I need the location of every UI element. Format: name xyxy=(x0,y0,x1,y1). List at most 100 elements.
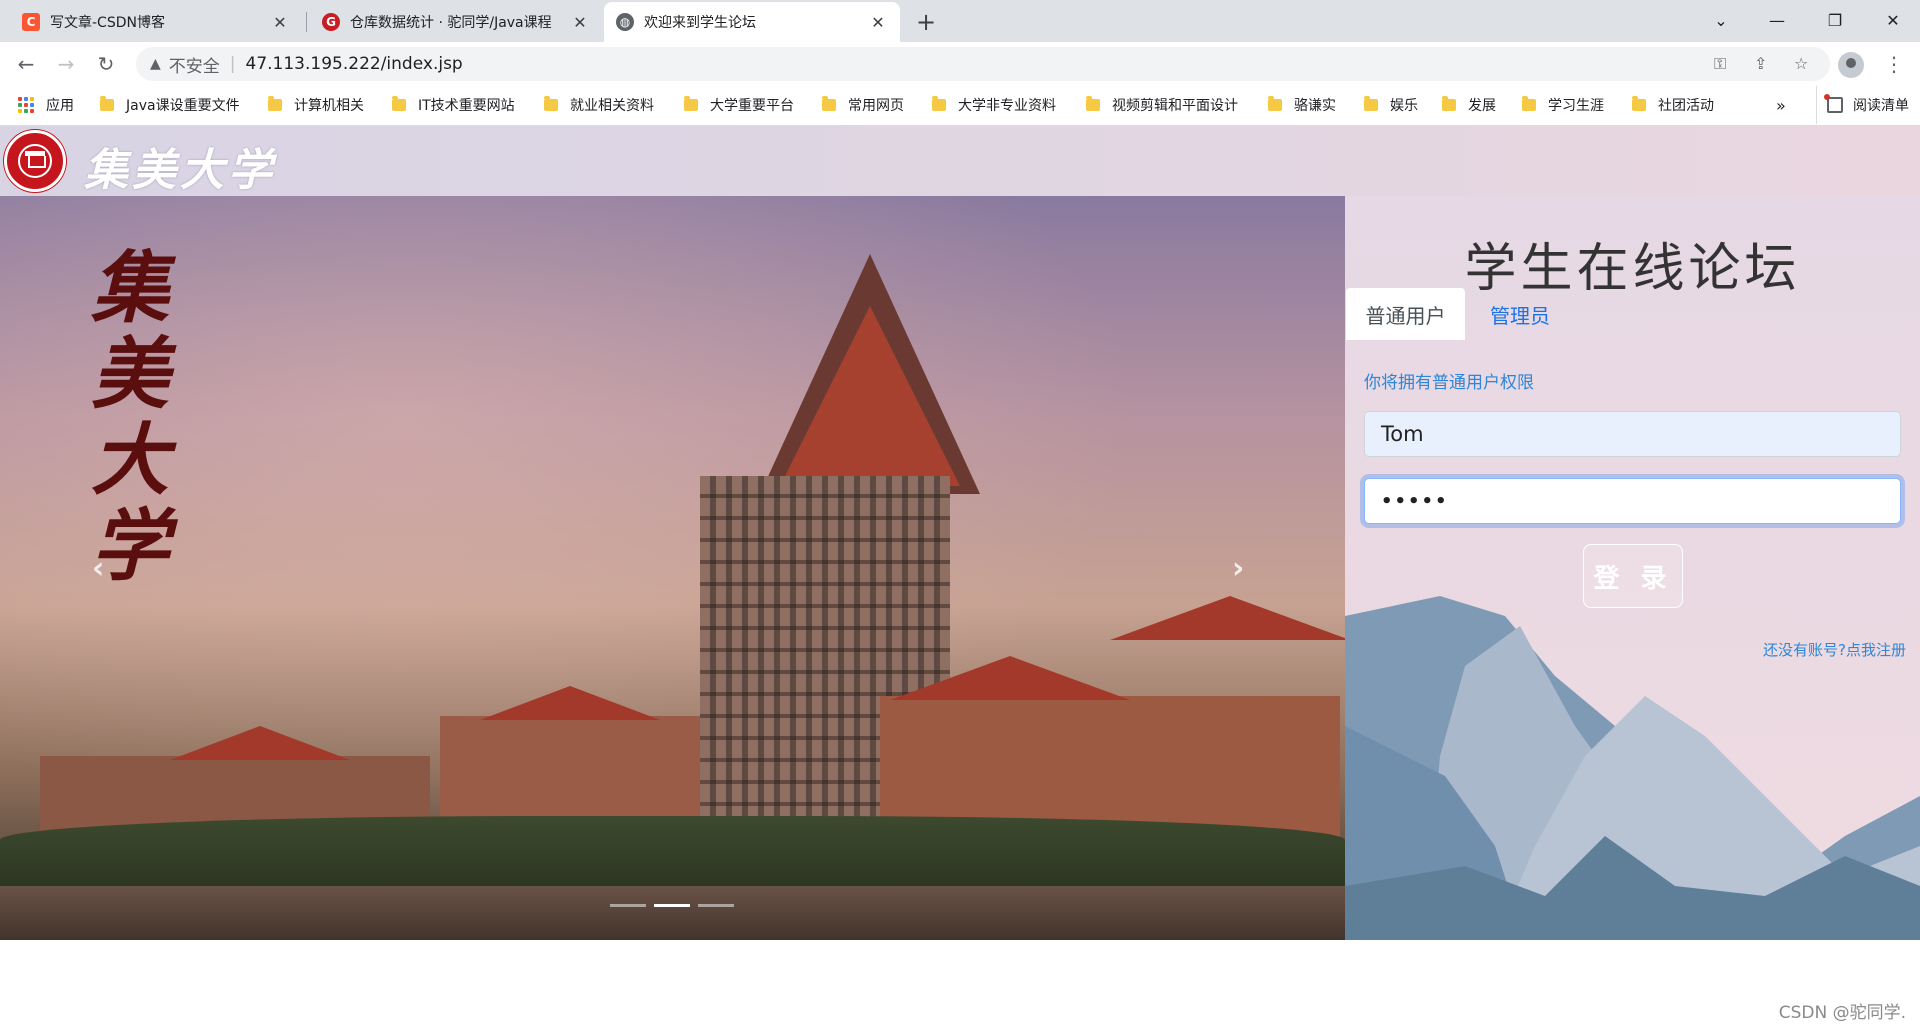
divider: | xyxy=(229,54,236,74)
bookmark-label: 视频剪辑和平面设计 xyxy=(1112,98,1238,114)
bookmark-label: IT技术重要网站 xyxy=(418,98,515,114)
close-icon[interactable]: ✕ xyxy=(270,12,290,32)
site-header: 集美大学 xyxy=(0,126,1920,196)
reload-button[interactable]: ↻ xyxy=(92,50,120,78)
tab-admin[interactable]: 管理员 xyxy=(1465,288,1575,340)
tab-regular-user[interactable]: 普通用户 xyxy=(1346,288,1465,340)
bookmark-folder[interactable]: 学习生涯 xyxy=(1522,86,1604,124)
university-seal-logo xyxy=(4,130,66,192)
folder-icon xyxy=(932,96,946,111)
bookmark-label: 大学非专业资料 xyxy=(958,98,1056,114)
apps-icon xyxy=(18,97,34,113)
bookmark-label: 骆谦实 xyxy=(1294,98,1336,114)
folder-icon xyxy=(1632,96,1646,111)
profile-avatar[interactable] xyxy=(1838,52,1864,78)
tab-separator xyxy=(306,12,307,32)
bookmarks-overflow-button[interactable]: » xyxy=(1776,86,1786,124)
bookmark-folder[interactable]: IT技术重要网站 xyxy=(392,86,515,124)
folder-icon xyxy=(684,96,698,111)
bookmark-label: 大学重要平台 xyxy=(710,98,794,114)
folder-icon xyxy=(544,96,558,111)
reading-list-icon xyxy=(1824,94,1843,113)
bookmark-folder[interactable]: 社团活动 xyxy=(1632,86,1714,124)
menu-icon[interactable]: ⋮ xyxy=(1884,52,1904,76)
forward-button[interactable]: → xyxy=(52,50,80,78)
bookmark-folder[interactable]: Java课设重要文件 xyxy=(100,86,240,124)
address-bar[interactable]: ▲ 不安全 | 47.113.195.222/index.jsp xyxy=(136,47,1830,81)
permission-hint: 你将拥有普通用户权限 xyxy=(1364,373,1534,393)
url-text: 47.113.195.222/index.jsp xyxy=(245,54,463,74)
new-tab-button[interactable]: + xyxy=(912,8,940,36)
carousel-indicator[interactable] xyxy=(610,904,646,907)
reading-list-button[interactable]: 阅读清单 xyxy=(1816,86,1909,124)
carousel-next-arrow-icon[interactable]: › xyxy=(1232,551,1244,586)
bookmark-folder[interactable]: 就业相关资料 xyxy=(544,86,654,124)
login-role-tabs: 普通用户 管理员 xyxy=(1345,288,1920,340)
building-roof xyxy=(1110,596,1345,640)
tab-title: 写文章-CSDN博客 xyxy=(50,15,165,31)
folder-icon xyxy=(100,96,114,111)
building-roof xyxy=(480,686,660,720)
folder-icon xyxy=(1364,96,1378,111)
building-roof xyxy=(890,656,1130,700)
carousel-prev-arrow-icon[interactable]: ‹ xyxy=(92,551,104,586)
reading-list-label: 阅读清单 xyxy=(1853,98,1909,114)
close-window-button[interactable]: ✕ xyxy=(1870,4,1916,36)
carousel-indicator[interactable] xyxy=(698,904,734,907)
bookmark-label: 应用 xyxy=(46,98,74,114)
bookmark-folder[interactable]: 娱乐 xyxy=(1364,86,1418,124)
back-button[interactable]: ← xyxy=(12,50,40,78)
login-button[interactable]: 登 录 xyxy=(1583,544,1683,608)
gitee-icon: G xyxy=(322,13,340,31)
carousel-calligraphy: 集美大学 xyxy=(90,243,169,592)
tree-line xyxy=(0,816,1345,896)
bookmarks-bar: 应用 Java课设重要文件 计算机相关 IT技术重要网站 就业相关资料 大学重要… xyxy=(0,86,1920,126)
username-input[interactable]: Tom xyxy=(1364,411,1901,457)
password-input[interactable]: ••••• xyxy=(1364,478,1901,524)
key-icon[interactable]: ⚿ xyxy=(1714,54,1726,74)
folder-icon xyxy=(1522,96,1536,111)
minimize-button[interactable]: — xyxy=(1754,4,1800,36)
csdn-icon: C xyxy=(22,13,40,31)
bookmark-folder[interactable]: 大学非专业资料 xyxy=(932,86,1056,124)
browser-toolbar: ← → ↻ ▲ 不安全 | 47.113.195.222/index.jsp ⚿… xyxy=(0,42,1920,86)
tab-csdn[interactable]: C 写文章-CSDN博客 ✕ xyxy=(10,2,302,42)
bookmark-label: 发展 xyxy=(1468,98,1496,114)
bookmark-folder[interactable]: 常用网页 xyxy=(822,86,904,124)
warning-icon: ▲ xyxy=(150,56,161,72)
bookmark-apps[interactable]: 应用 xyxy=(18,86,74,124)
tab-strip: C 写文章-CSDN博客 ✕ G 仓库数据统计 · 驼同学/Java课程 ✕ ◍… xyxy=(0,0,1920,42)
csdn-watermark: CSDN @驼同学. xyxy=(1778,1003,1906,1023)
bookmark-folder[interactable]: 骆谦实 xyxy=(1268,86,1336,124)
building-roof xyxy=(170,726,350,760)
tab-gitee[interactable]: G 仓库数据统计 · 驼同学/Java课程 ✕ xyxy=(310,2,602,42)
bookmark-folder[interactable]: 发展 xyxy=(1442,86,1496,124)
folder-icon xyxy=(1268,96,1282,111)
carousel-indicator-active[interactable] xyxy=(654,904,690,907)
bookmark-folder[interactable]: 计算机相关 xyxy=(268,86,364,124)
folder-icon xyxy=(822,96,836,111)
folder-icon xyxy=(392,96,406,111)
close-icon[interactable]: ✕ xyxy=(570,12,590,32)
lake-water xyxy=(0,886,1345,940)
star-icon[interactable]: ☆ xyxy=(1794,54,1808,73)
tab-student-forum[interactable]: ◍ 欢迎来到学生论坛 ✕ xyxy=(604,2,900,42)
bookmark-folder[interactable]: 大学重要平台 xyxy=(684,86,794,124)
tab-search-icon[interactable]: ⌄ xyxy=(1698,4,1744,36)
folder-icon xyxy=(1442,96,1456,111)
folder-icon xyxy=(268,96,282,111)
tower-roof-accent xyxy=(780,306,960,486)
folder-icon xyxy=(1086,96,1100,111)
tab-title: 仓库数据统计 · 驼同学/Java课程 xyxy=(350,15,552,31)
login-panel: 学生在线论坛 普通用户 管理员 你将拥有普通用户权限 Tom ••••• 登 录… xyxy=(1345,196,1920,940)
bookmark-folder[interactable]: 视频剪辑和平面设计 xyxy=(1086,86,1238,124)
bookmark-label: 娱乐 xyxy=(1390,98,1418,114)
share-icon[interactable]: ⇪ xyxy=(1754,54,1767,73)
close-icon[interactable]: ✕ xyxy=(868,12,888,32)
bookmark-label: Java课设重要文件 xyxy=(126,98,240,114)
image-carousel[interactable]: 集美大学 ‹ › xyxy=(0,196,1345,940)
bookmark-label: 常用网页 xyxy=(848,98,904,114)
restore-button[interactable]: ❐ xyxy=(1812,4,1858,36)
bookmark-label: 就业相关资料 xyxy=(570,98,654,114)
register-link[interactable]: 还没有账号?点我注册 xyxy=(1763,639,1906,660)
